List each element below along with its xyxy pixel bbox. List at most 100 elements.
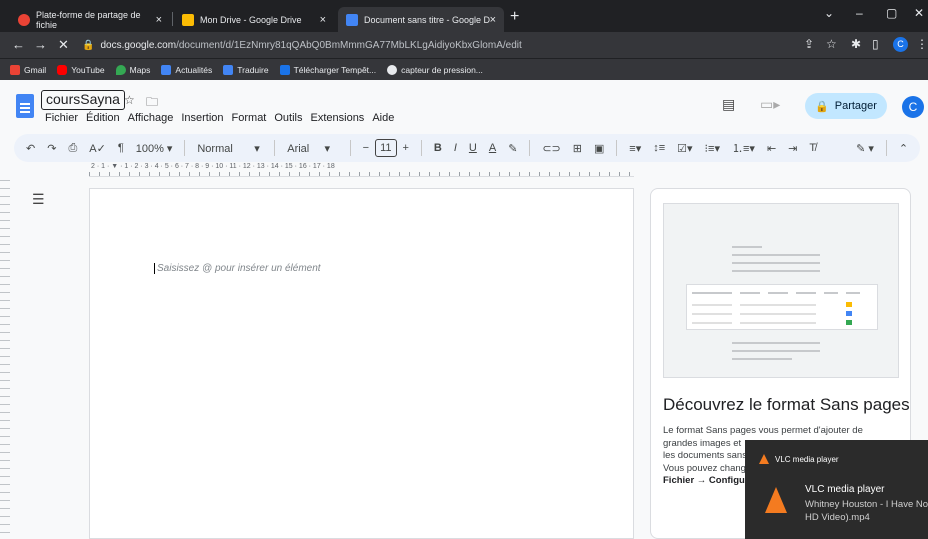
- news-icon: [161, 64, 172, 75]
- menu-outils[interactable]: Outils: [274, 112, 302, 124]
- text-color-icon[interactable]: A: [489, 142, 496, 154]
- collapse-toolbar-icon[interactable]: ⌃: [899, 142, 908, 155]
- document-outline-icon[interactable]: ☰: [32, 191, 45, 208]
- print-icon[interactable]: ⎙: [68, 142, 77, 155]
- menu-affichage[interactable]: Affichage: [128, 112, 174, 124]
- font-select[interactable]: Arial ▾: [287, 142, 338, 155]
- bulleted-list-icon[interactable]: ⁝≡▾: [705, 142, 720, 155]
- menu-bar: Fichier Édition Affichage Insertion Form…: [45, 112, 402, 124]
- profile-avatar[interactable]: C: [893, 37, 908, 52]
- new-tab-icon[interactable]: +: [510, 8, 519, 26]
- share-button[interactable]: 🔒 Partager: [805, 93, 887, 119]
- italic-icon[interactable]: I: [454, 142, 457, 154]
- drive-icon: [182, 13, 194, 26]
- bold-icon[interactable]: B: [434, 142, 442, 154]
- chrome-menu-icon[interactable]: ⋮: [916, 37, 928, 51]
- pageless-preview-image: [663, 203, 899, 378]
- undo-icon[interactable]: ↶: [26, 142, 35, 155]
- body-placeholder[interactable]: Saisissez @ pour insérer un élément: [154, 263, 321, 274]
- stop-icon[interactable]: ✕: [58, 37, 69, 53]
- decrease-font-icon[interactable]: −: [363, 142, 369, 154]
- bookmark-label: Télécharger Tempêt...: [293, 64, 377, 75]
- vlc-large-cone-icon: [765, 487, 787, 513]
- bookmark-traduire[interactable]: Traduire: [223, 64, 269, 75]
- clear-format-icon[interactable]: T̸: [809, 142, 816, 154]
- vlc-notification[interactable]: VLC media player VLC media player Whitne…: [745, 440, 928, 539]
- image-icon[interactable]: ▣: [594, 142, 604, 155]
- meet-icon[interactable]: ▭▸: [760, 96, 780, 113]
- redo-icon[interactable]: ↷: [47, 142, 56, 155]
- style-select[interactable]: Normal ▾: [197, 142, 262, 155]
- bookmark-youtube[interactable]: YouTube: [57, 64, 105, 75]
- line-spacing-icon[interactable]: ↕≡: [653, 142, 665, 154]
- tab-search-chevron-icon[interactable]: ⌄: [824, 6, 834, 20]
- tab-label: Plate-forme de partage de fichie: [36, 9, 141, 30]
- bookmark-gmail[interactable]: Gmail: [10, 64, 47, 75]
- bookmarks-bar: Gmail YouTube Maps Actualités Traduire T…: [0, 58, 928, 80]
- spellcheck-icon[interactable]: A✓: [89, 142, 106, 155]
- highlight-icon[interactable]: ✎: [508, 142, 517, 155]
- url-input[interactable]: 🔒 docs.google.com /document/d/1EzNmry81q…: [82, 35, 842, 55]
- tab-document[interactable]: Document sans titre - Google Do ×: [338, 7, 504, 32]
- bookmark-capteur[interactable]: capteur de pression...: [387, 64, 483, 75]
- tab-plate-forme[interactable]: Plate-forme de partage de fichie ×: [10, 7, 170, 32]
- zoom-select[interactable]: 100% ▾: [136, 142, 173, 155]
- bookmark-label: Traduire: [237, 64, 269, 75]
- close-icon[interactable]: ×: [156, 14, 162, 26]
- checklist-icon[interactable]: ☑▾: [677, 142, 692, 155]
- minimize-icon[interactable]: –: [856, 6, 863, 20]
- tab-label: Document sans titre - Google Do: [364, 14, 490, 25]
- menu-insertion[interactable]: Insertion: [181, 112, 223, 124]
- document-page[interactable]: Saisissez @ pour insérer un élément: [89, 188, 634, 539]
- vertical-ruler[interactable]: [0, 180, 10, 539]
- vlc-song-line: HD Video).mp4: [805, 512, 870, 523]
- toolbar-divider: [420, 140, 422, 156]
- maximize-icon[interactable]: ▢: [886, 6, 897, 20]
- menu-aide[interactable]: Aide: [372, 112, 394, 124]
- move-folder-icon[interactable]: 🗀: [146, 93, 158, 114]
- window-close-icon[interactable]: ✕: [914, 6, 924, 20]
- docs-logo-icon[interactable]: [16, 94, 34, 118]
- bookmark-actualites[interactable]: Actualités: [161, 64, 212, 75]
- increase-font-icon[interactable]: +: [403, 142, 409, 154]
- bookmark-maps[interactable]: Maps: [115, 64, 150, 75]
- tab-mon-drive[interactable]: Mon Drive - Google Drive ×: [174, 7, 334, 32]
- editing-mode-icon[interactable]: ✎ ▾: [856, 142, 874, 155]
- comments-icon[interactable]: ▤: [722, 96, 735, 113]
- menu-fichier[interactable]: Fichier: [45, 112, 78, 124]
- user-avatar[interactable]: C: [902, 96, 924, 118]
- menu-extensions[interactable]: Extensions: [311, 112, 365, 124]
- align-icon[interactable]: ≡▾: [629, 142, 641, 155]
- horizontal-ruler[interactable]: 2 · 1 · ▼ · 1 · 2 · 3 · 4 · 5 · 6 · 7 · …: [89, 163, 634, 177]
- link-icon[interactable]: ⊂⊃: [542, 142, 560, 155]
- decrease-indent-icon[interactable]: ⇤: [767, 142, 776, 155]
- star-icon[interactable]: ☆: [124, 93, 135, 107]
- promo-line: Le format Sans pages vous permet d'ajout…: [663, 425, 863, 436]
- share-page-icon[interactable]: ⇪: [804, 37, 814, 51]
- toolbar-divider: [885, 140, 887, 156]
- underline-icon[interactable]: U: [469, 142, 477, 154]
- sidepanel-icon[interactable]: ▯: [872, 37, 879, 51]
- menu-edition[interactable]: Édition: [86, 112, 120, 124]
- close-icon[interactable]: ×: [320, 14, 326, 26]
- close-icon[interactable]: ×: [490, 14, 496, 26]
- vlc-song-line: Whitney Houston - I Have No: [805, 499, 928, 510]
- font-size-input[interactable]: 11: [375, 139, 397, 157]
- bookmark-label: Gmail: [24, 64, 47, 75]
- extensions-icon[interactable]: ✱: [851, 37, 861, 51]
- menu-format[interactable]: Format: [232, 112, 267, 124]
- document-title-input[interactable]: coursSayna: [41, 90, 125, 110]
- increase-indent-icon[interactable]: ⇥: [788, 142, 797, 155]
- forward-icon[interactable]: →: [34, 37, 47, 52]
- toolbar-divider: [184, 140, 186, 156]
- address-bar: ← → ✕ 🔒 docs.google.com /document/d/1EzN…: [0, 32, 928, 58]
- url-host: docs.google.com: [100, 39, 177, 51]
- comment-icon[interactable]: ⊞: [573, 142, 582, 155]
- back-icon[interactable]: ←: [12, 37, 25, 52]
- tab-label: Mon Drive - Google Drive: [200, 14, 302, 25]
- bookmark-telecharger[interactable]: Télécharger Tempêt...: [279, 64, 377, 75]
- numbered-list-icon[interactable]: ⒈≡▾: [732, 140, 755, 156]
- share-label: Partager: [834, 100, 877, 112]
- paint-format-icon[interactable]: ¶: [118, 142, 124, 154]
- bookmark-star-icon[interactable]: ☆: [826, 37, 837, 51]
